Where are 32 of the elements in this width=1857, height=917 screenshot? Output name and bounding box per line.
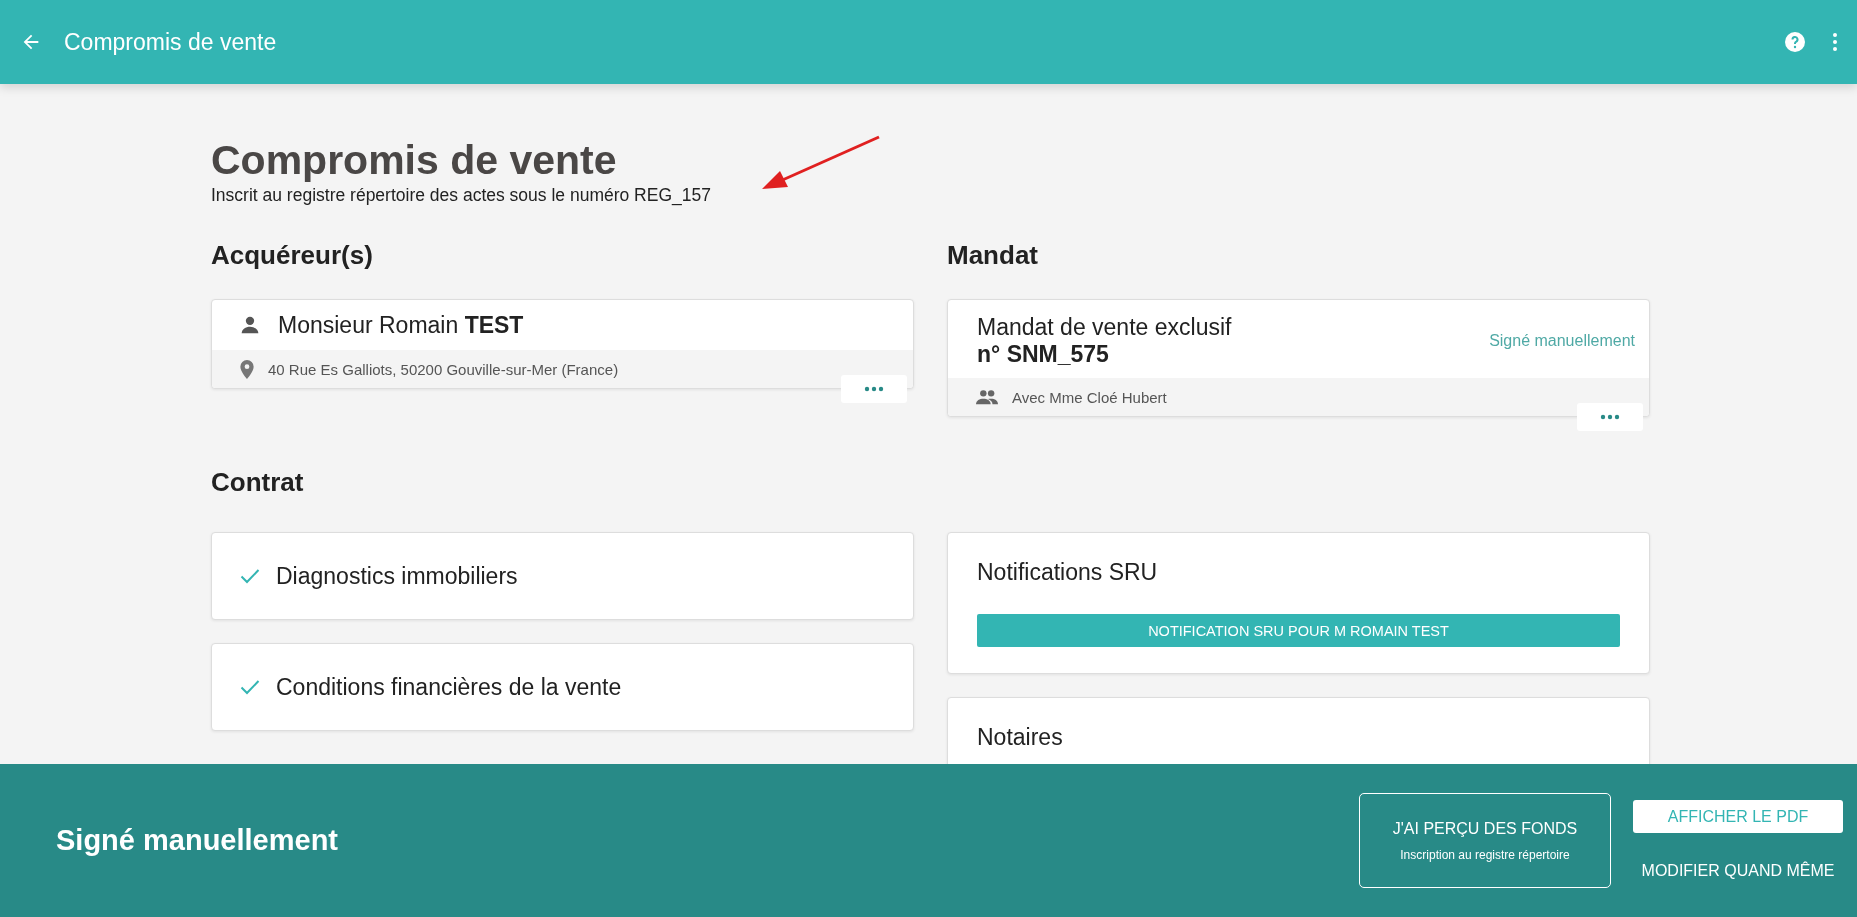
mandate-title: Mandat de vente exclusif <box>977 314 1233 342</box>
address-text: 40 Rue Es Galliots, 50200 Gouville-sur-Mer (France) <box>268 360 619 378</box>
signature-status: Signé manuellement <box>56 824 339 857</box>
buyer-name: Monsieur Romain TEST <box>278 311 524 339</box>
page-title: Compromis de vente <box>211 138 617 184</box>
more-dots-icon <box>1600 414 1620 421</box>
modify-anyway-button[interactable]: MODIFIER QUAND MÊME <box>1635 861 1841 881</box>
contract-item-label: Diagnostics immobiliers <box>276 562 518 590</box>
mandate-status: Signé manuellement <box>1489 332 1635 351</box>
more-button[interactable] <box>1577 403 1643 432</box>
contract-item-card[interactable]: Conditions financières de la vente <box>211 643 914 732</box>
contract-item-label: Conditions financières de la vente <box>276 673 622 701</box>
more-button[interactable] <box>841 375 907 404</box>
people-icon <box>976 389 998 406</box>
person-icon <box>240 315 260 336</box>
panel-title: Notifications SRU <box>977 559 1159 587</box>
location-pin-icon <box>240 359 254 379</box>
show-pdf-button[interactable]: AFFICHER LE PDF <box>1633 800 1843 833</box>
more-dots-icon <box>864 386 884 393</box>
page-subtitle: Inscrit au registre répertoire des actes sous le numéro REG_157 <box>211 185 711 207</box>
more-vertical-icon <box>1833 33 1837 51</box>
panel-title: Notaires <box>977 724 1064 752</box>
section-heading: Mandat <box>947 240 1038 272</box>
funds-received-button[interactable]: J'AI PERÇU DES FONDS Inscription au registre répertoire <box>1359 793 1611 888</box>
section-heading: Acquéreur(s) <box>211 240 373 272</box>
help-icon <box>1783 30 1807 54</box>
mandate-number: n° SNM_575 <box>977 341 1110 369</box>
app-bar-title: Compromis de vente <box>64 28 278 56</box>
notification-button[interactable]: NOTIFICATION SRU POUR M ROMAIN TEST <box>977 614 1620 648</box>
contract-item-card[interactable]: Diagnostics immobiliers <box>211 532 914 621</box>
agent-text: Avec Mme Cloé Hubert <box>1012 388 1167 406</box>
section-heading: Contrat <box>211 467 304 499</box>
